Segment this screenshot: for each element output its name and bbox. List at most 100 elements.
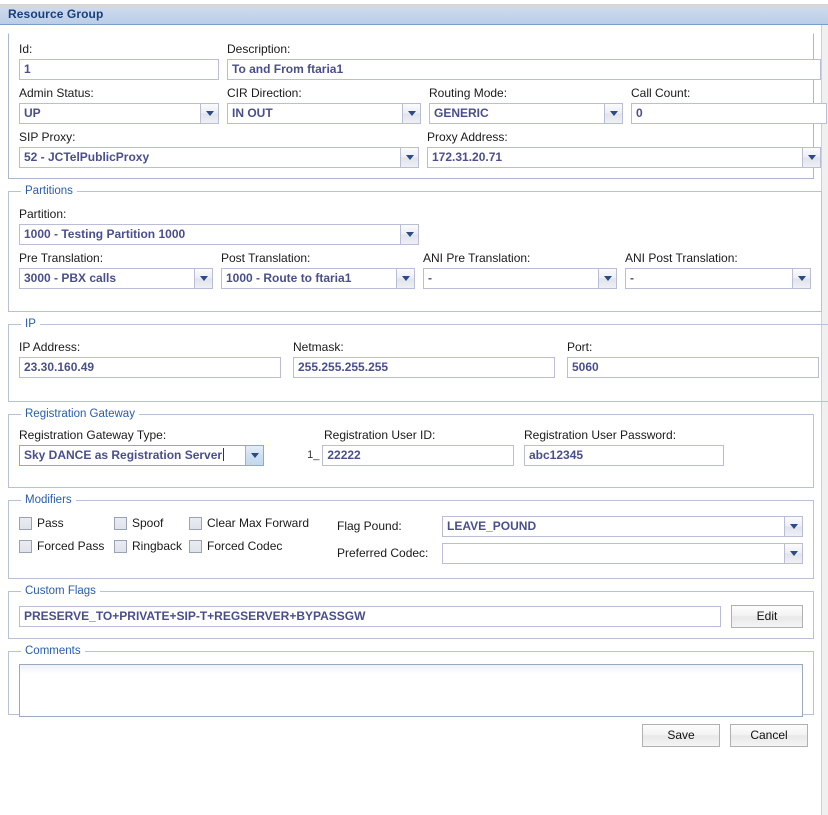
field-description: Description: To and From ftaria1 xyxy=(227,42,821,80)
right-edge-strip xyxy=(821,25,828,815)
pre-translation-select[interactable]: 3000 - PBX calls xyxy=(19,268,213,289)
modifiers-group: Modifiers Pass Spoof Clear Max Forward F… xyxy=(8,494,814,579)
field-port: Port: 5060 xyxy=(567,340,819,378)
field-partition: Partition: 1000 - Testing Partition 1000 xyxy=(19,207,419,245)
window-title: Resource Group xyxy=(8,7,104,21)
save-button[interactable]: Save xyxy=(642,724,720,747)
row-flag-pound: Flag Pound: LEAVE_POUND xyxy=(337,516,803,537)
field-gateway-type: Registration Gateway Type: Sky DANCE as … xyxy=(19,428,264,466)
ani-pre-translation-select[interactable]: - xyxy=(423,268,617,289)
field-id: Id: 1 xyxy=(19,42,219,80)
cancel-button[interactable]: Cancel xyxy=(730,724,808,747)
port-input[interactable]: 5060 xyxy=(567,357,819,378)
chevron-down-icon[interactable] xyxy=(598,269,616,288)
chevron-down-icon[interactable] xyxy=(604,104,622,123)
field-ani-pre-translation: ANI Pre Translation: - xyxy=(423,251,617,289)
description-input[interactable]: To and From ftaria1 xyxy=(227,59,821,80)
chevron-down-icon[interactable] xyxy=(245,446,263,465)
checkbox-clear-max-forward[interactable]: Clear Max Forward xyxy=(189,516,309,530)
flag-pound-select[interactable]: LEAVE_POUND xyxy=(442,516,803,537)
admin-status-select[interactable]: UP xyxy=(19,103,219,124)
custom-flags-input[interactable]: PRESERVE_TO+PRIVATE+SIP-T+REGSERVER+BYPA… xyxy=(19,606,721,627)
checkbox-forced-pass[interactable]: Forced Pass xyxy=(19,539,114,553)
gateway-type-select[interactable]: Sky DANCE as Registration Server xyxy=(19,445,264,466)
ip-legend: IP xyxy=(25,318,36,330)
checkbox-box-icon[interactable] xyxy=(19,516,32,530)
id-input[interactable]: 1 xyxy=(19,59,219,80)
chevron-down-icon[interactable] xyxy=(194,269,212,288)
chevron-down-icon[interactable] xyxy=(784,544,802,563)
chevron-down-icon[interactable] xyxy=(802,148,820,167)
checkbox-spoof[interactable]: Spoof xyxy=(114,516,189,530)
comments-textarea[interactable] xyxy=(19,664,803,717)
custom-flags-legend: Custom Flags xyxy=(25,585,96,597)
row-translations: Pre Translation: 3000 - PBX calls Post T… xyxy=(19,251,811,289)
chevron-down-icon[interactable] xyxy=(792,269,810,288)
registration-gateway-group: Registration Gateway Registration Gatewa… xyxy=(8,408,814,488)
cir-direction-value: IN OUT xyxy=(232,106,273,120)
ani-post-translation-select[interactable]: - xyxy=(625,268,811,289)
checkbox-ringback[interactable]: Ringback xyxy=(114,539,189,553)
call-count-input[interactable]: 0 xyxy=(631,103,827,124)
chevron-down-icon[interactable] xyxy=(400,148,418,167)
routing-mode-select[interactable]: GENERIC xyxy=(429,103,623,124)
port-label: Port: xyxy=(567,340,593,354)
pre-translation-label: Pre Translation: xyxy=(19,251,104,265)
partitions-legend: Partitions xyxy=(25,185,73,197)
user-password-input[interactable]: abc12345 xyxy=(524,445,724,466)
chevron-down-icon[interactable] xyxy=(400,225,418,244)
preferred-codec-select[interactable] xyxy=(442,543,803,564)
modifiers-checkbox-grid: Pass Spoof Clear Max Forward Forced Pass… xyxy=(19,516,319,564)
chevron-down-icon[interactable] xyxy=(784,517,802,536)
field-call-count: Call Count: 0 xyxy=(631,86,827,124)
ip-group: IP IP Address: 23.30.160.49 Netmask: 255… xyxy=(8,318,828,402)
partition-select[interactable]: 1000 - Testing Partition 1000 xyxy=(19,224,419,245)
ani-pre-translation-value: - xyxy=(428,271,432,285)
checkbox-forced-pass-label: Forced Pass xyxy=(37,539,105,553)
window-top-strip xyxy=(0,4,828,8)
user-id-prefix: 1_ xyxy=(307,449,320,461)
comments-group: Comments xyxy=(8,645,814,717)
field-routing-mode: Routing Mode: GENERIC xyxy=(429,86,623,124)
field-cir-direction: CIR Direction: IN OUT xyxy=(227,86,421,124)
post-translation-select[interactable]: 1000 - Route to ftaria1 xyxy=(221,268,415,289)
cir-direction-select[interactable]: IN OUT xyxy=(227,103,421,124)
sip-proxy-select[interactable]: 52 - JCTelPublicProxy xyxy=(19,147,419,168)
row-sip-proxy: SIP Proxy: 52 - JCTelPublicProxy Proxy A… xyxy=(19,130,821,168)
checkbox-forced-codec-label: Forced Codec xyxy=(207,539,283,553)
post-translation-label: Post Translation: xyxy=(221,251,311,265)
id-label: Id: xyxy=(19,42,33,56)
checkbox-box-icon[interactable] xyxy=(114,539,127,553)
checkbox-pass[interactable]: Pass xyxy=(19,516,114,530)
chevron-down-icon[interactable] xyxy=(200,104,218,123)
checkbox-box-icon[interactable] xyxy=(19,539,32,553)
checkbox-box-icon[interactable] xyxy=(114,516,127,530)
preferred-codec-value xyxy=(443,544,784,563)
checkbox-pass-label: Pass xyxy=(37,516,64,530)
general-panel: Id: 1 Description: To and From ftaria1 A… xyxy=(8,33,827,179)
call-count-label: Call Count: xyxy=(631,86,691,100)
cir-direction-label: CIR Direction: xyxy=(227,86,302,100)
form-body: Id: 1 Description: To and From ftaria1 A… xyxy=(0,25,828,815)
row-preferred-codec: Preferred Codec: xyxy=(337,543,803,564)
checkbox-box-icon[interactable] xyxy=(189,539,202,553)
pre-translation-value: 3000 - PBX calls xyxy=(24,271,117,285)
user-id-input[interactable]: 22222 xyxy=(322,445,514,466)
field-post-translation: Post Translation: 1000 - Route to ftaria… xyxy=(221,251,415,289)
user-id-row: 1_ 22222 xyxy=(284,445,514,466)
gateway-type-value: Sky DANCE as Registration Server xyxy=(24,448,225,462)
chevron-down-icon[interactable] xyxy=(402,104,420,123)
checkbox-forced-codec[interactable]: Forced Codec xyxy=(189,539,282,553)
ip-address-input[interactable]: 23.30.160.49 xyxy=(19,357,281,378)
proxy-address-select[interactable]: 172.31.20.71 xyxy=(427,147,821,168)
resource-group-window: Resource Group Id: 1 Description: To and… xyxy=(0,4,828,815)
edit-button[interactable]: Edit xyxy=(731,605,803,628)
field-ip-address: IP Address: 23.30.160.49 xyxy=(19,340,281,378)
netmask-input[interactable]: 255.255.255.255 xyxy=(293,357,555,378)
chevron-down-icon[interactable] xyxy=(396,269,414,288)
field-sip-proxy: SIP Proxy: 52 - JCTelPublicProxy xyxy=(19,130,419,168)
field-ani-post-translation: ANI Post Translation: - xyxy=(625,251,811,289)
field-proxy-address: Proxy Address: 172.31.20.71 xyxy=(427,130,821,168)
checkbox-box-icon[interactable] xyxy=(189,516,202,530)
registration-gateway-legend: Registration Gateway xyxy=(25,408,135,420)
